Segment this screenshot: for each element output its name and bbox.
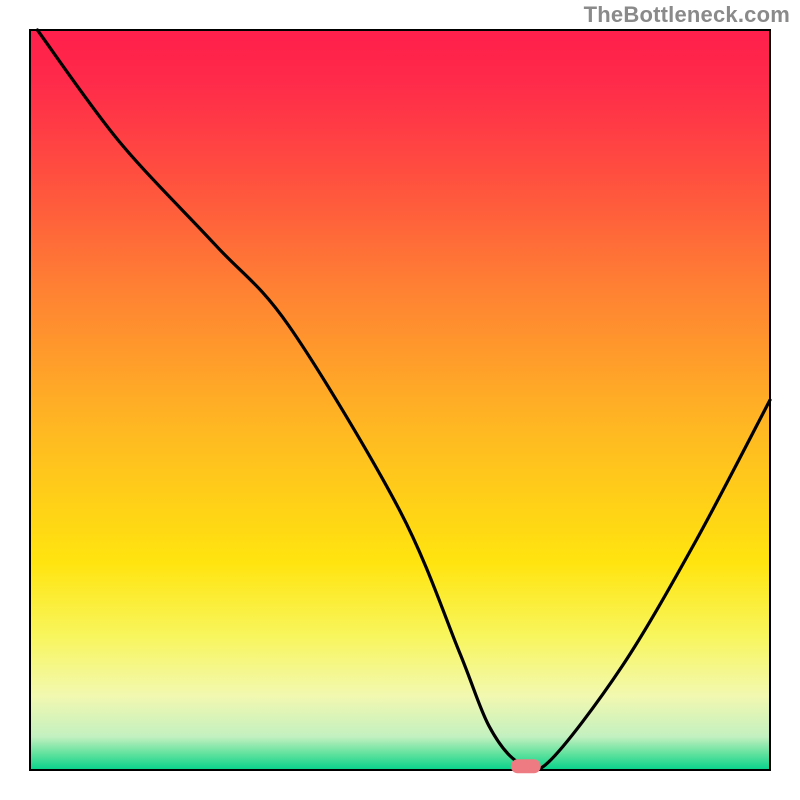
plot-background [30,30,770,770]
chart-frame: TheBottleneck.com [0,0,800,800]
watermark-text: TheBottleneck.com [584,2,790,28]
optimal-marker [511,759,541,773]
bottleneck-chart [0,0,800,800]
